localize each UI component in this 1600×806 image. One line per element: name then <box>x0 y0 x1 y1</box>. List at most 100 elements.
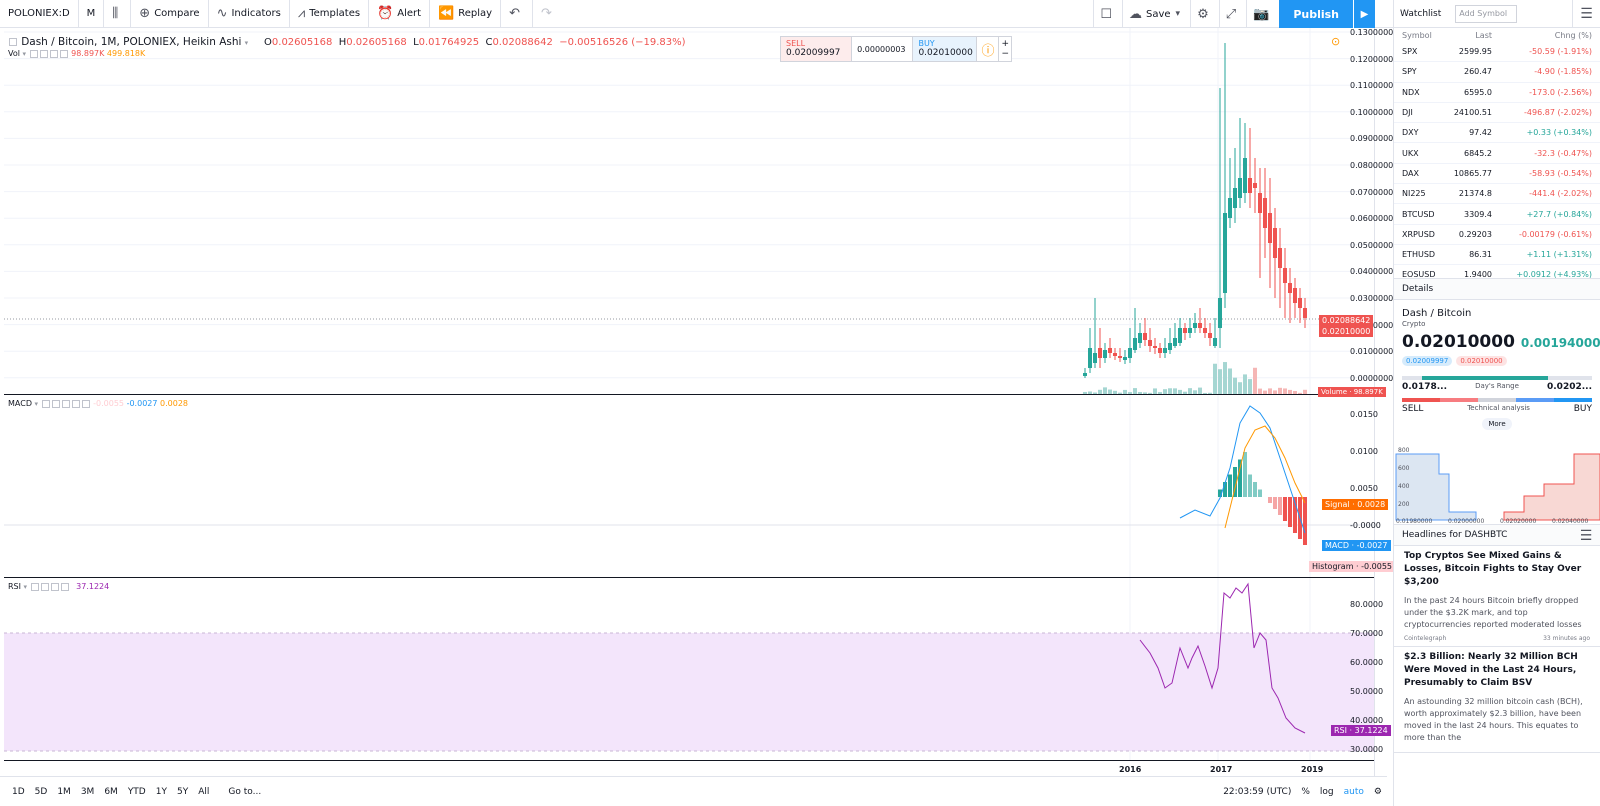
watchlist-row[interactable]: DXY 97.42 +0.33 (+0.34%) <box>1394 123 1600 143</box>
minus-icon[interactable]: − <box>1001 49 1009 59</box>
watchlist-row[interactable]: XRPUSD 0.29203 -0.00179 (-0.61%) <box>1394 225 1600 245</box>
more-button[interactable]: More <box>1482 418 1511 430</box>
publish-button[interactable]: Publish <box>1279 0 1353 28</box>
headline-item[interactable]: Top Cryptos See Mixed Gains & Losses, Bi… <box>1394 546 1600 647</box>
row-symbol: SPY <box>1402 67 1444 76</box>
candle-body <box>1128 348 1132 358</box>
volume-bar <box>1238 382 1242 394</box>
range-3m[interactable]: 3M <box>81 787 95 797</box>
indicators-button[interactable]: ∿ Indicators <box>209 0 290 28</box>
range-5y[interactable]: 5Y <box>177 787 188 797</box>
bid-ask-row: 0.02009997 0.02010000 <box>1394 352 1600 370</box>
range-all[interactable]: All <box>198 787 209 797</box>
buy-button[interactable]: BUY 0.02010000 <box>913 37 977 61</box>
fullscreen-button[interactable]: ⤢ <box>1219 0 1246 28</box>
watchlist-row[interactable]: DJI 24100.51 -496.87 (-2.02%) <box>1394 103 1600 123</box>
menu-icon[interactable]: ☰ <box>1572 0 1600 28</box>
settings-button[interactable]: ⚙ <box>1190 0 1219 28</box>
more-icon[interactable] <box>82 400 90 408</box>
close-icon[interactable] <box>50 50 58 58</box>
range-1d[interactable]: 1D <box>12 787 25 797</box>
range-ytd[interactable]: YTD <box>128 787 146 797</box>
watchlist-row[interactable]: SPX 2599.95 -50.59 (-1.91%) <box>1394 42 1600 62</box>
details-price: 0.02010000 <box>1402 332 1515 352</box>
row-change: -441.4 (-2.02%) <box>1492 189 1592 198</box>
chevron-down-icon[interactable]: ▾ <box>35 400 39 408</box>
source-icon[interactable] <box>62 400 70 408</box>
row-last: 0.29203 <box>1444 230 1492 239</box>
headline-item[interactable]: $2.3 Billion: Nearly 32 Million BCH Were… <box>1394 647 1600 753</box>
settings-icon[interactable] <box>52 400 60 408</box>
redo-button[interactable]: ↷ <box>533 0 564 28</box>
macd-hist-bar <box>1258 490 1262 498</box>
range-6m[interactable]: 6M <box>104 787 118 797</box>
qty-stepper[interactable]: + − <box>999 37 1011 61</box>
snapshot-button[interactable]: 📷 <box>1246 0 1279 28</box>
chevron-down-icon[interactable]: ▾ <box>23 50 27 58</box>
row-symbol: EOSUSD <box>1402 270 1444 278</box>
sell-button[interactable]: SELL 0.02009997 <box>781 37 852 61</box>
undo-button[interactable]: ↶ <box>501 0 533 28</box>
macd-hist-bar <box>1303 497 1307 545</box>
col-chng[interactable]: Chng (%) <box>1492 31 1592 40</box>
add-symbol-input[interactable]: Add Symbol <box>1455 5 1517 23</box>
watchlist-row[interactable]: DAX 10865.77 -58.93 (-0.54%) <box>1394 164 1600 184</box>
collapse-icon[interactable] <box>9 38 17 46</box>
volume-bar <box>1218 369 1222 394</box>
candle-body <box>1188 328 1192 333</box>
auto-toggle[interactable]: auto <box>1344 787 1364 797</box>
settings-icon[interactable] <box>40 50 48 58</box>
col-symbol[interactable]: Symbol <box>1402 31 1444 40</box>
watchlist-row[interactable]: EOSUSD 1.9400 +0.0912 (+4.93%) <box>1394 265 1600 278</box>
watchlist-row[interactable]: NI225 21374.8 -441.4 (-2.02%) <box>1394 184 1600 204</box>
log-toggle[interactable]: log <box>1320 787 1334 797</box>
ta-label[interactable]: Technical analysis <box>1467 404 1530 414</box>
open-label: O <box>264 37 272 48</box>
macd-signal-value: 0.0028 <box>160 399 188 408</box>
close-icon[interactable] <box>51 583 59 591</box>
goto-button[interactable]: Go to... <box>228 787 261 797</box>
eye-icon[interactable] <box>30 50 38 58</box>
watchlist-row[interactable]: UKX 6845.2 -32.3 (-0.47%) <box>1394 143 1600 163</box>
layout-button[interactable]: ☐ <box>1093 0 1122 28</box>
alert-button[interactable]: ⏰ Alert <box>369 0 430 28</box>
col-last[interactable]: Last <box>1444 31 1492 40</box>
headline-title[interactable]: Top Cryptos See Mixed Gains & Losses, Bi… <box>1404 550 1590 589</box>
symbol-search[interactable]: POLONIEX:D <box>0 0 79 28</box>
watchlist-row[interactable]: NDX 6595.0 -173.0 (-2.56%) <box>1394 83 1600 103</box>
row-symbol: UKX <box>1402 149 1444 158</box>
chevron-down-icon[interactable]: ▾ <box>24 583 28 591</box>
watchlist-row[interactable]: BTCUSD 3309.4 +27.7 (+0.84%) <box>1394 204 1600 224</box>
gear-icon[interactable]: ⚙ <box>1374 787 1382 797</box>
eye-icon[interactable] <box>42 400 50 408</box>
macd-axis-tick: 0.0100 <box>1350 447 1378 456</box>
settings-icon[interactable] <box>41 583 49 591</box>
close-icon[interactable] <box>72 400 80 408</box>
templates-button[interactable]: ⩘ Templates <box>290 0 369 28</box>
info-icon[interactable]: ⓘ <box>977 37 999 61</box>
range-1y[interactable]: 1Y <box>156 787 167 797</box>
more-icon[interactable] <box>61 583 69 591</box>
play-button[interactable]: ▶ <box>1353 0 1375 28</box>
pane-divider-macd[interactable] <box>4 394 1374 395</box>
headlines-menu-icon[interactable]: ☰ <box>1572 525 1600 547</box>
plus-icon[interactable]: + <box>1001 39 1009 49</box>
watchlist-row[interactable]: SPY 260.47 -4.90 (-1.85%) <box>1394 62 1600 82</box>
more-icon[interactable] <box>60 50 68 58</box>
chart-area[interactable] <box>0 28 1387 806</box>
headline-title[interactable]: $2.3 Billion: Nearly 32 Million BCH Were… <box>1404 651 1590 690</box>
replay-button[interactable]: ⏪ Replay <box>430 0 501 28</box>
chevron-down-icon[interactable]: ▾ <box>245 39 249 47</box>
depth-y-tick: 800 <box>1398 447 1410 454</box>
range-1m[interactable]: 1M <box>57 787 71 797</box>
eye-icon[interactable] <box>31 583 39 591</box>
percent-toggle[interactable]: % <box>1301 787 1310 797</box>
interval-button[interactable]: M <box>79 0 105 28</box>
chart-style-button[interactable]: ⫼ <box>104 0 131 28</box>
range-5d[interactable]: 5D <box>35 787 48 797</box>
save-button[interactable]: ☁ Save ▾ <box>1122 0 1190 28</box>
watchlist-row[interactable]: ETHUSD 86.31 +1.11 (+1.31%) <box>1394 245 1600 265</box>
clock-icon[interactable]: ⊙ <box>1331 35 1340 48</box>
pane-divider-rsi[interactable] <box>4 577 1374 578</box>
compare-button[interactable]: ⊕ Compare <box>131 0 208 28</box>
